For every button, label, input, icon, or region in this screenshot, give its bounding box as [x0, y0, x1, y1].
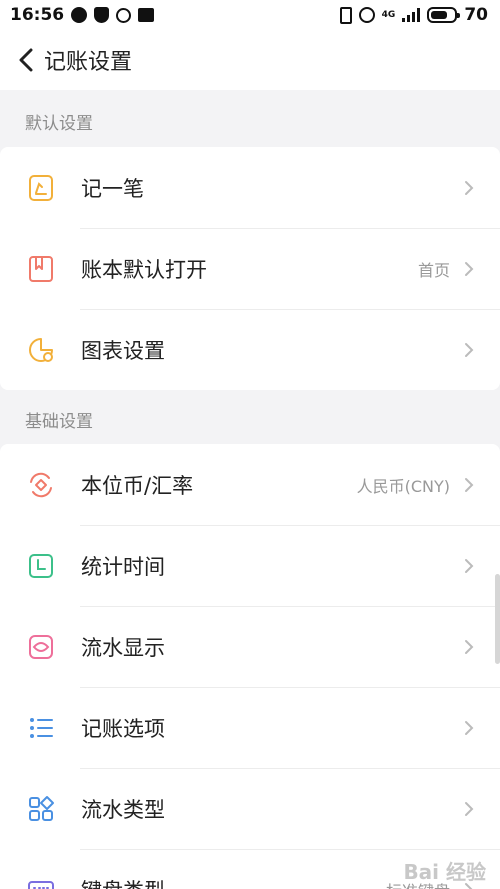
- currency-exchange-icon: [30, 472, 52, 497]
- chevron-right-icon: [465, 261, 474, 276]
- row-label: 账本默认打开: [81, 257, 207, 282]
- keyboard-icon: [28, 880, 54, 889]
- chevron-right-icon: [465, 558, 474, 573]
- battery-icon: [427, 7, 461, 23]
- row-label: 流水类型: [81, 797, 165, 822]
- chevron-right-icon: [465, 342, 474, 357]
- row-label: 记账选项: [81, 716, 165, 741]
- card-basic-settings: 本位币/汇率 人民币(CNY) 统计时间 流水显示 记账选项 流水类型: [0, 444, 500, 889]
- network-type: 4G: [381, 9, 396, 20]
- card-default-settings: 记一笔 账本默认打开 首页 图表设置: [0, 147, 500, 390]
- battery-percent: 70: [464, 5, 488, 25]
- alarm-icon: [358, 7, 375, 23]
- settings-row-stat-time[interactable]: 统计时间: [0, 525, 500, 606]
- pie-chart-icon: [29, 337, 53, 362]
- settings-row-currency[interactable]: 本位币/汇率 人民币(CNY): [0, 444, 500, 525]
- back-icon[interactable]: [14, 45, 38, 75]
- row-label: 键盘类型: [81, 875, 165, 889]
- settings-row-chart[interactable]: 图表设置: [0, 309, 500, 390]
- list-options-icon: [30, 717, 53, 738]
- settings-row-flow-type[interactable]: 流水类型: [0, 768, 500, 849]
- chevron-right-icon: [465, 801, 474, 816]
- signal-icon: [402, 8, 421, 22]
- status-bar: 16:56 4G 70: [0, 0, 500, 30]
- eye-display-icon: [29, 634, 53, 659]
- page-title: 记账设置: [44, 50, 133, 75]
- row-label: 流水显示: [81, 635, 165, 660]
- status-right: 4G 70: [339, 5, 488, 25]
- status-time: 16:56: [10, 5, 65, 25]
- scrollbar-thumb[interactable]: [495, 574, 500, 664]
- chat-notification-icon: [71, 7, 88, 23]
- book-icon: [29, 255, 53, 282]
- header-bar: 记账设置: [0, 30, 500, 90]
- settings-row-options[interactable]: 记账选项: [0, 687, 500, 768]
- chevron-right-icon: [465, 180, 474, 195]
- section-title-basic: 基础设置: [25, 412, 93, 432]
- section-title-default: 默认设置: [25, 114, 93, 134]
- news-notification-icon: [138, 8, 155, 22]
- clock-square-icon: [29, 553, 53, 578]
- chevron-right-icon: [465, 639, 474, 654]
- coin-notification-icon: [116, 7, 132, 23]
- settings-row-record[interactable]: 记一笔: [0, 147, 500, 228]
- settings-row-book-default[interactable]: 账本默认打开 首页: [0, 228, 500, 309]
- row-label: 本位币/汇率: [81, 473, 194, 498]
- shield-notification-icon: [94, 7, 110, 23]
- vibrate-icon: [339, 6, 352, 24]
- grid-types-icon: [29, 795, 54, 821]
- row-value: 人民币(CNY): [356, 476, 450, 496]
- chevron-right-icon: [465, 720, 474, 735]
- chevron-right-icon: [465, 477, 474, 492]
- pen-note-icon: [29, 174, 53, 201]
- row-label: 图表设置: [81, 338, 165, 363]
- settings-row-flow-display[interactable]: 流水显示: [0, 606, 500, 687]
- status-left: 16:56: [10, 5, 155, 25]
- battery-fill: [431, 11, 447, 19]
- row-label: 记一笔: [81, 176, 144, 201]
- watermark: Bai 经验: [403, 860, 486, 884]
- row-value: 首页: [417, 260, 450, 280]
- row-label: 统计时间: [81, 554, 165, 579]
